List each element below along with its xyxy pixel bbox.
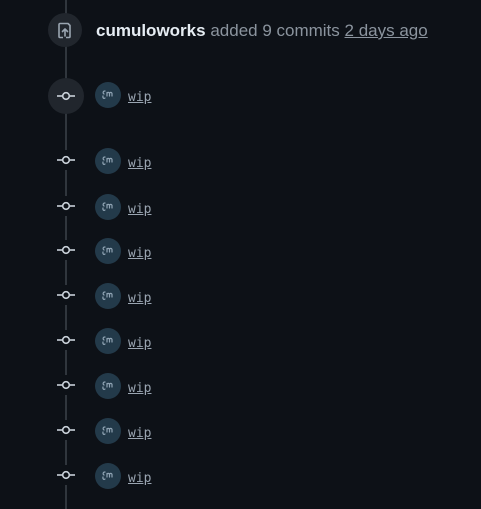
event-action: added 9 commits xyxy=(210,21,340,40)
commit-message-link[interactable]: wip xyxy=(128,245,151,263)
author-avatar[interactable] xyxy=(95,194,121,220)
author-avatar[interactable] xyxy=(95,328,121,354)
git-commit-icon xyxy=(56,285,76,305)
git-commit-icon xyxy=(56,465,76,485)
commit-timeline: cumuloworks added 9 commits 2 days ago w… xyxy=(0,0,481,509)
repo-push-icon xyxy=(48,13,82,47)
git-commit-icon xyxy=(56,240,76,260)
git-commit-icon xyxy=(48,78,84,114)
author-avatar[interactable] xyxy=(95,238,121,264)
commit-row: wip xyxy=(0,416,481,446)
git-commit-icon xyxy=(56,330,76,350)
author-avatar[interactable] xyxy=(95,373,121,399)
commit-row: wip xyxy=(0,78,481,114)
commit-message-link[interactable]: wip xyxy=(128,290,151,308)
commit-message-link[interactable]: wip xyxy=(128,335,151,353)
commit-row: wip xyxy=(0,146,481,176)
commit-message-link[interactable]: wip xyxy=(128,89,151,107)
git-commit-icon xyxy=(56,420,76,440)
push-event-header: cumuloworks added 9 commits 2 days ago xyxy=(96,20,428,42)
author-avatar[interactable] xyxy=(95,82,121,108)
author-avatar[interactable] xyxy=(95,283,121,309)
author-avatar[interactable] xyxy=(95,418,121,444)
event-timestamp[interactable]: 2 days ago xyxy=(345,21,428,40)
commit-message-link[interactable]: wip xyxy=(128,201,151,219)
git-commit-icon xyxy=(56,375,76,395)
author-avatar[interactable] xyxy=(95,463,121,489)
actor-link[interactable]: cumuloworks xyxy=(96,21,206,40)
commit-row: wip xyxy=(0,281,481,311)
commit-row: wip xyxy=(0,461,481,491)
commit-row: wip xyxy=(0,236,481,266)
commit-message-link[interactable]: wip xyxy=(128,425,151,443)
commit-message-link[interactable]: wip xyxy=(128,380,151,398)
commit-row: wip xyxy=(0,192,481,222)
commit-row: wip xyxy=(0,326,481,356)
commit-message-link[interactable]: wip xyxy=(128,470,151,488)
author-avatar[interactable] xyxy=(95,148,121,174)
git-commit-icon xyxy=(56,150,76,170)
git-commit-icon xyxy=(56,196,76,216)
commit-row: wip xyxy=(0,371,481,401)
commit-message-link[interactable]: wip xyxy=(128,155,151,173)
